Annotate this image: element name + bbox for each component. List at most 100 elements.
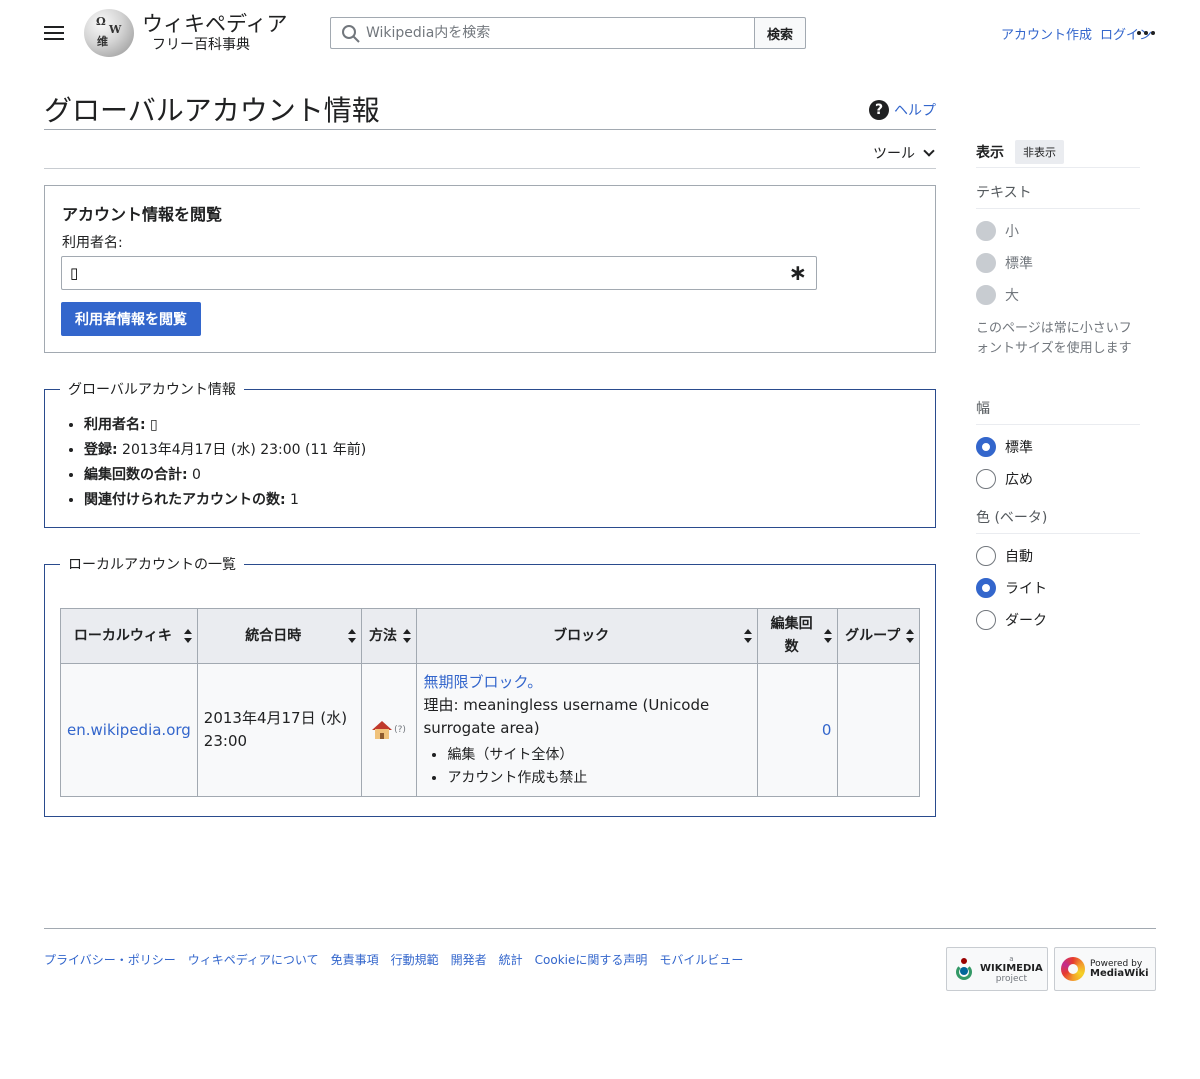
search-icon [342, 25, 360, 43]
search-input[interactable] [331, 18, 754, 48]
column-header-edits[interactable]: 編集回数 [756, 608, 839, 664]
site-header: Ω W 维 ウィキペディア フリー百科事典 検索 アカウント作成 ログイン [0, 0, 1200, 66]
user-links: アカウント作成 ログイン [1001, 24, 1152, 43]
radio-icon [976, 546, 996, 566]
ellipsis-icon [1137, 31, 1141, 35]
text-size-note: このページは常に小さいフォントサイズを使用します [976, 321, 1132, 356]
logo-wordmark: ウィキペディア [142, 11, 288, 36]
page-title: グローバルアカウント情報 [44, 94, 380, 127]
username-input[interactable] [62, 257, 816, 289]
search-form: 検索 [330, 17, 806, 49]
site-logo[interactable]: Ω W 维 ウィキペディア フリー百科事典 [84, 8, 288, 58]
global-info-legend: グローバルアカウント情報 [68, 382, 236, 398]
global-info-list: 利用者名: ▯ 登録: 2013年4月17日 (水) 23:00 (11 年前)… [45, 413, 935, 513]
list-item: 編集（サイト全体） [447, 744, 750, 767]
list-item: 登録: 2013年4月17日 (水) 23:00 (11 年前) [84, 438, 935, 463]
username-label: 利用者名: [62, 235, 123, 251]
block-flags: 編集（サイト全体） アカウント作成も禁止 [423, 744, 750, 790]
footer-link-about[interactable]: ウィキペディアについて [188, 951, 319, 968]
wiki-link[interactable]: en.wikipedia.org [67, 721, 191, 739]
home-icon [372, 721, 393, 739]
tools-label: ツール [873, 146, 915, 162]
cell-attached: 2013年4月17日 (水) 23:00 [196, 663, 362, 797]
search-box [330, 17, 754, 49]
list-item: 関連付けられたアカウントの数: 1 [84, 488, 935, 513]
help-link[interactable]: ? ヘルプ [869, 100, 936, 120]
width-option-wide[interactable]: 広め [976, 463, 1140, 495]
footer-link-cookie[interactable]: Cookieに関する声明 [535, 951, 648, 968]
global-account-info: グローバルアカウント情報 利用者名: ▯ 登録: 2013年4月17日 (水) … [44, 379, 936, 528]
sort-icon[interactable] [906, 629, 914, 643]
logo-tagline: フリー百科事典 [152, 36, 250, 53]
main-menu-button[interactable] [40, 20, 68, 46]
method-help-link[interactable]: (?) [394, 725, 406, 735]
radio-icon [976, 221, 996, 241]
tools-dropdown[interactable]: ツール [873, 143, 936, 163]
create-account-link[interactable]: アカウント作成 [1001, 24, 1092, 43]
radio-icon [976, 285, 996, 305]
text-size-option-large: 大 [976, 279, 1140, 311]
table-header-row: ローカルウィキ 統合日時 方法 ブロック 編集回数 グループ [60, 608, 920, 664]
local-accounts-table: ローカルウィキ 統合日時 方法 ブロック 編集回数 グループ en.wikipe… [60, 608, 920, 797]
sort-icon[interactable] [824, 629, 833, 643]
width-section: 幅 標準 広め [976, 398, 1140, 495]
column-header-wiki[interactable]: ローカルウィキ [60, 608, 198, 664]
account-lookup-form: アカウント情報を閲覧 利用者名: ∗ 利用者情報を閲覧 [44, 185, 936, 353]
sort-icon[interactable] [743, 629, 752, 643]
radio-icon [976, 469, 996, 489]
sort-icon[interactable] [347, 629, 356, 643]
search-button[interactable]: 検索 [754, 17, 806, 49]
column-header-method[interactable]: 方法 [360, 608, 418, 664]
hide-panel-button[interactable]: 非表示 [1015, 139, 1064, 164]
color-title: 色 (ベータ) [976, 507, 1140, 534]
edit-count-link[interactable]: 0 [822, 721, 832, 739]
color-option-auto[interactable]: 自動 [976, 540, 1140, 572]
text-size-option-small: 小 [976, 215, 1140, 247]
footer-link-code-of-conduct[interactable]: 行動規範 [391, 951, 439, 968]
column-header-block[interactable]: ブロック [416, 608, 758, 664]
mediawiki-logo-icon [1061, 957, 1085, 981]
radio-icon [976, 610, 996, 630]
title-divider [44, 129, 936, 130]
hamburger-icon [44, 26, 64, 28]
radio-icon [976, 437, 996, 457]
color-option-light[interactable]: ライト [976, 572, 1140, 604]
cell-block: 無期限ブロック。 理由: meaningless username (Unico… [416, 663, 758, 797]
wikimedia-project-badge[interactable]: a WIKIMEDIA project [946, 947, 1048, 991]
footer-divider [44, 928, 1156, 929]
radio-icon [976, 253, 996, 273]
column-header-groups[interactable]: グループ [837, 608, 920, 664]
block-link[interactable]: 無期限ブロック。 [423, 673, 542, 691]
appearance-panel: 表示 非表示 テキスト 小 標準 大 このページは常に小さいフォントサイズを使用… [976, 136, 1140, 630]
more-options-button[interactable] [1132, 20, 1160, 46]
footer-link-privacy[interactable]: プライバシー・ポリシー [44, 951, 176, 968]
view-account-button[interactable]: 利用者情報を閲覧 [61, 302, 201, 336]
text-size-title: テキスト [976, 182, 1140, 209]
help-icon: ? [869, 100, 889, 120]
local-accounts-legend: ローカルアカウントの一覧 [68, 557, 236, 573]
footer-link-disclaimer[interactable]: 免責事項 [331, 951, 379, 968]
table-row: en.wikipedia.org 2013年4月17日 (水) 23:00 (?… [60, 663, 920, 797]
wikimedia-logo-icon [953, 958, 975, 980]
color-option-dark[interactable]: ダーク [976, 604, 1140, 636]
text-size-section: テキスト 小 標準 大 このページは常に小さいフォントサイズを使用します [976, 182, 1140, 359]
appearance-title: 表示 [976, 144, 1004, 161]
footer-link-mobile[interactable]: モバイルビュー [659, 951, 743, 968]
footer-link-developers[interactable]: 開発者 [451, 951, 487, 968]
footer-links: プライバシー・ポリシー ウィキペディアについて 免責事項 行動規範 開発者 統計… [44, 951, 743, 968]
list-item: アカウント作成も禁止 [447, 767, 750, 790]
list-item: 編集回数の合計: 0 [84, 463, 935, 488]
list-item: 利用者名: ▯ [84, 413, 935, 438]
sort-icon[interactable] [183, 629, 192, 643]
chevron-down-icon [923, 145, 935, 157]
wikipedia-globe-icon: Ω W 维 [84, 9, 134, 57]
powered-by-mediawiki-badge[interactable]: Powered by MediaWiki [1054, 947, 1156, 991]
cell-groups [837, 663, 920, 797]
width-title: 幅 [976, 398, 1140, 425]
radio-icon [976, 578, 996, 598]
footer-link-statistics[interactable]: 統計 [499, 951, 523, 968]
column-header-attached[interactable]: 統合日時 [196, 608, 362, 664]
sort-icon[interactable] [403, 629, 412, 643]
tools-divider [44, 168, 936, 169]
width-option-standard[interactable]: 標準 [976, 431, 1140, 463]
